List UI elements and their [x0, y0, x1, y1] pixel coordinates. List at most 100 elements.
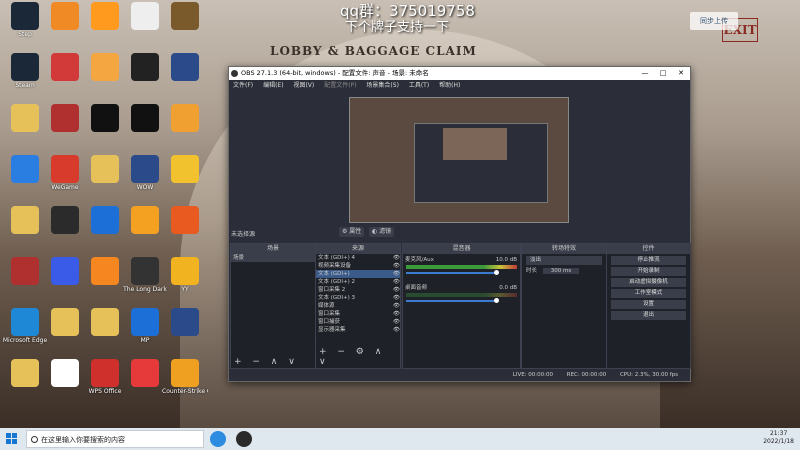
duration-label: 时长 — [526, 268, 538, 274]
app-icon — [11, 257, 39, 285]
taskbar-search-box[interactable]: 在这里输入你要搜索的内容 — [26, 430, 204, 448]
menu-edit[interactable]: 编辑(E) — [263, 82, 283, 89]
windows-start-icon[interactable] — [6, 433, 18, 445]
duration-input[interactable]: 300 ms — [542, 268, 580, 274]
sync-upload-button[interactable]: 同步上传 — [690, 12, 738, 30]
sources-toolbar[interactable]: + − ⚙ ∧ ∨ — [319, 347, 400, 367]
scenes-dock-title: 场景 — [231, 244, 315, 254]
visibility-eye-icon[interactable]: 👁 — [393, 278, 400, 286]
mixer-dock-title: 混音器 — [403, 244, 520, 254]
app-icon — [51, 359, 79, 387]
source-item[interactable]: 文本 (GDI+) 👁 — [316, 270, 400, 278]
app-icon — [131, 359, 159, 387]
visibility-eye-icon[interactable]: 👁 — [393, 318, 400, 326]
app-icon — [11, 308, 39, 336]
app-icon — [131, 155, 159, 183]
visibility-eye-icon[interactable]: 👁 — [393, 286, 400, 294]
maximize-icon[interactable]: □ — [654, 67, 672, 80]
transitions-dock-title: 转场特效 — [522, 244, 606, 254]
source-item[interactable]: 文本 (GDI+) 2 👁 — [316, 278, 400, 286]
visibility-eye-icon[interactable]: 👁 — [393, 326, 400, 334]
app-icon — [171, 257, 199, 285]
visibility-eye-icon[interactable]: 👁 — [393, 254, 400, 262]
visibility-eye-icon[interactable]: 👁 — [393, 294, 400, 302]
source-item[interactable]: 媒体源 👁 — [316, 302, 400, 310]
mixer-track-mic: 麦克风/Aux 10.0 dB — [403, 256, 520, 275]
desktop-icon[interactable]: YY — [162, 257, 208, 309]
app-icon — [171, 53, 199, 81]
obs-titlebar: OBS 27.1.3 (64-bit, windows) - 配置文件: 声音 … — [229, 67, 690, 80]
app-icon — [91, 155, 119, 183]
menu-tools[interactable]: 工具(T) — [409, 82, 429, 89]
preview-nested-obs — [414, 123, 548, 203]
mic-level-meter — [406, 265, 517, 269]
transition-select[interactable]: 淡出 — [526, 256, 602, 265]
desktop-icon[interactable] — [162, 308, 208, 360]
visibility-eye-icon[interactable]: 👁 — [393, 302, 400, 310]
source-item[interactable]: 视频采集设备 👁 — [316, 262, 400, 270]
menu-scene-collection[interactable]: 场景集合(S) — [366, 82, 399, 89]
app-icon — [91, 257, 119, 285]
source-item[interactable]: 显示器采集 👁 — [316, 326, 400, 334]
app-icon — [91, 104, 119, 132]
sources-dock-title: 来源 — [316, 244, 400, 254]
app-icon — [11, 155, 39, 183]
filters-button[interactable]: ◐ 滤镜 — [369, 227, 395, 237]
taskbar-obs-icon[interactable] — [236, 431, 252, 447]
obs-preview[interactable] — [349, 97, 569, 223]
exit-button[interactable]: 退出 — [611, 311, 686, 320]
desktop-icon[interactable]: Counter-Strike Global Off... — [162, 359, 208, 411]
start-recording-button[interactable]: 开始录制 — [611, 267, 686, 276]
desktop-icon[interactable] — [162, 206, 208, 258]
app-icon — [131, 206, 159, 234]
desktop-icon-label: YY — [181, 286, 189, 293]
audio-mixer-dock: 混音器 麦克风/Aux 10.0 dB 桌面音频 0.0 dB — [402, 243, 521, 369]
close-icon[interactable]: ✕ — [672, 67, 690, 80]
source-item[interactable]: 窗口采集 👁 — [316, 310, 400, 318]
app-icon — [171, 104, 199, 132]
overlay-sub-text: 下个牌子支持一下 — [345, 20, 450, 35]
desktop-icon-label: Counter-Strike Global Off... — [162, 388, 208, 395]
virtual-camera-button[interactable]: 启动虚拟摄像机 — [611, 278, 686, 287]
scenes-toolbar[interactable]: + − ∧ ∨ — [234, 357, 299, 367]
scene-item[interactable]: 场景 — [231, 254, 315, 262]
visibility-eye-icon[interactable]: 👁 — [393, 262, 400, 270]
desktop-icon[interactable] — [162, 155, 208, 207]
app-icon — [11, 104, 39, 132]
tray-clock[interactable]: 21:37 2022/1/18 — [763, 430, 794, 446]
menu-help[interactable]: 帮助(H) — [439, 82, 460, 89]
desktop-icon[interactable] — [162, 104, 208, 156]
app-icon — [91, 308, 119, 336]
desktop-icon[interactable] — [162, 2, 208, 54]
app-icon — [131, 2, 159, 30]
app-icon — [11, 206, 39, 234]
stop-streaming-button[interactable]: 停止推流 — [611, 256, 686, 265]
obs-status-bar: LIVE: 00:00:00 REC: 00:00:00 CPU: 2.3%, … — [229, 369, 690, 381]
taskbar-edge-icon[interactable] — [210, 431, 226, 447]
mic-volume-slider[interactable] — [406, 270, 499, 275]
app-icon — [11, 359, 39, 387]
app-icon — [91, 359, 119, 387]
app-icon — [11, 53, 39, 81]
source-item[interactable]: 文本 (GDI+) 3 👁 — [316, 294, 400, 302]
visibility-eye-icon[interactable]: 👁 — [393, 310, 400, 318]
app-icon — [131, 53, 159, 81]
studio-mode-button[interactable]: 工作室模式 — [611, 289, 686, 298]
menu-view[interactable]: 视图(V) — [293, 82, 314, 89]
visibility-eye-icon[interactable]: 👁 — [393, 270, 400, 278]
app-icon — [131, 308, 159, 336]
desktop-volume-slider[interactable] — [406, 298, 499, 303]
settings-button[interactable]: 设置 — [611, 300, 686, 309]
source-item[interactable]: 窗口捕获 👁 — [316, 318, 400, 326]
source-item[interactable]: 文本 (GDI+) 4 👁 — [316, 254, 400, 262]
app-icon — [11, 2, 39, 30]
app-icon — [171, 359, 199, 387]
controls-dock: 控件 停止推流 开始录制 启动虚拟摄像机 工作室模式 设置 退出 — [606, 243, 691, 369]
menu-file[interactable]: 文件(F) — [233, 82, 253, 89]
source-item[interactable]: 窗口采集 2 👁 — [316, 286, 400, 294]
properties-button[interactable]: ⚙ 属性 — [339, 227, 365, 237]
desktop-icon[interactable] — [162, 53, 208, 105]
obs-window-title: OBS 27.1.3 (64-bit, windows) - 配置文件: 声音 … — [241, 69, 429, 77]
minimize-icon[interactable]: — — [636, 67, 654, 80]
menu-profile[interactable]: 配置文件(P) — [324, 82, 356, 89]
